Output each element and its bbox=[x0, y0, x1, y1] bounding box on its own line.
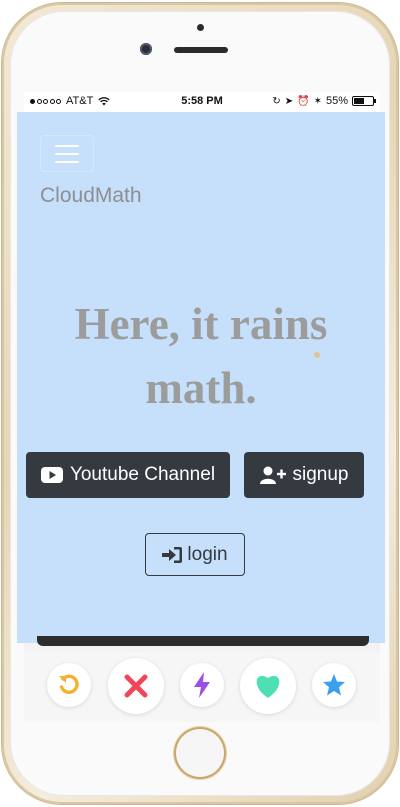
signup-button[interactable]: signup bbox=[244, 452, 364, 498]
youtube-icon bbox=[40, 467, 63, 483]
card-stack-edge bbox=[37, 636, 369, 646]
battery-icon bbox=[352, 96, 376, 106]
status-right: ↻ ➤ ⏰ ✶ 55% bbox=[272, 95, 376, 107]
rewind-button[interactable] bbox=[47, 663, 91, 707]
lightning-icon bbox=[194, 672, 210, 698]
hamburger-icon-line bbox=[55, 152, 79, 155]
hamburger-icon-line bbox=[55, 144, 79, 147]
user-plus-icon bbox=[259, 466, 286, 484]
decorative-dot bbox=[314, 352, 320, 358]
heart-icon bbox=[256, 675, 280, 698]
orientation-lock-icon: ↻ bbox=[272, 95, 281, 107]
action-bar bbox=[24, 652, 380, 722]
brand-link[interactable]: CloudMath bbox=[40, 184, 142, 208]
battery-percentage: 55% bbox=[325, 95, 348, 107]
menu-toggle-button[interactable] bbox=[40, 135, 94, 172]
status-bar: AT&T 5:58 PM ↻ ➤ ⏰ ✶ 55% bbox=[24, 92, 380, 112]
sign-in-icon bbox=[162, 546, 183, 563]
login-label: login bbox=[187, 543, 228, 565]
boost-button[interactable] bbox=[180, 663, 224, 707]
login-button[interactable]: login bbox=[145, 533, 245, 576]
battery-fill bbox=[354, 98, 364, 104]
home-button[interactable] bbox=[174, 727, 226, 779]
earpiece-speaker bbox=[174, 47, 228, 53]
hamburger-icon-line bbox=[55, 160, 79, 163]
hero-title: Here, it rains math. bbox=[41, 292, 361, 420]
location-icon: ➤ bbox=[284, 95, 294, 107]
hero-title-line-2: math. bbox=[145, 363, 257, 413]
proximity-sensor bbox=[197, 24, 204, 31]
nope-button[interactable] bbox=[108, 658, 164, 714]
close-icon bbox=[124, 674, 148, 698]
hero-title-line-1: Here, it rains bbox=[74, 299, 328, 349]
landing-panel: CloudMath Here, it rains math. Youtube C… bbox=[17, 112, 385, 643]
rewind-icon bbox=[59, 674, 79, 694]
youtube-channel-label: Youtube Channel bbox=[69, 464, 216, 485]
bluetooth-icon: ✶ bbox=[313, 95, 322, 107]
star-icon bbox=[323, 674, 345, 696]
signup-label: signup bbox=[292, 464, 349, 485]
super-like-button[interactable] bbox=[312, 663, 356, 707]
alarm-icon: ⏰ bbox=[297, 95, 310, 107]
front-camera bbox=[140, 43, 152, 55]
youtube-channel-button[interactable]: Youtube Channel bbox=[26, 452, 230, 498]
like-button[interactable] bbox=[240, 658, 296, 714]
